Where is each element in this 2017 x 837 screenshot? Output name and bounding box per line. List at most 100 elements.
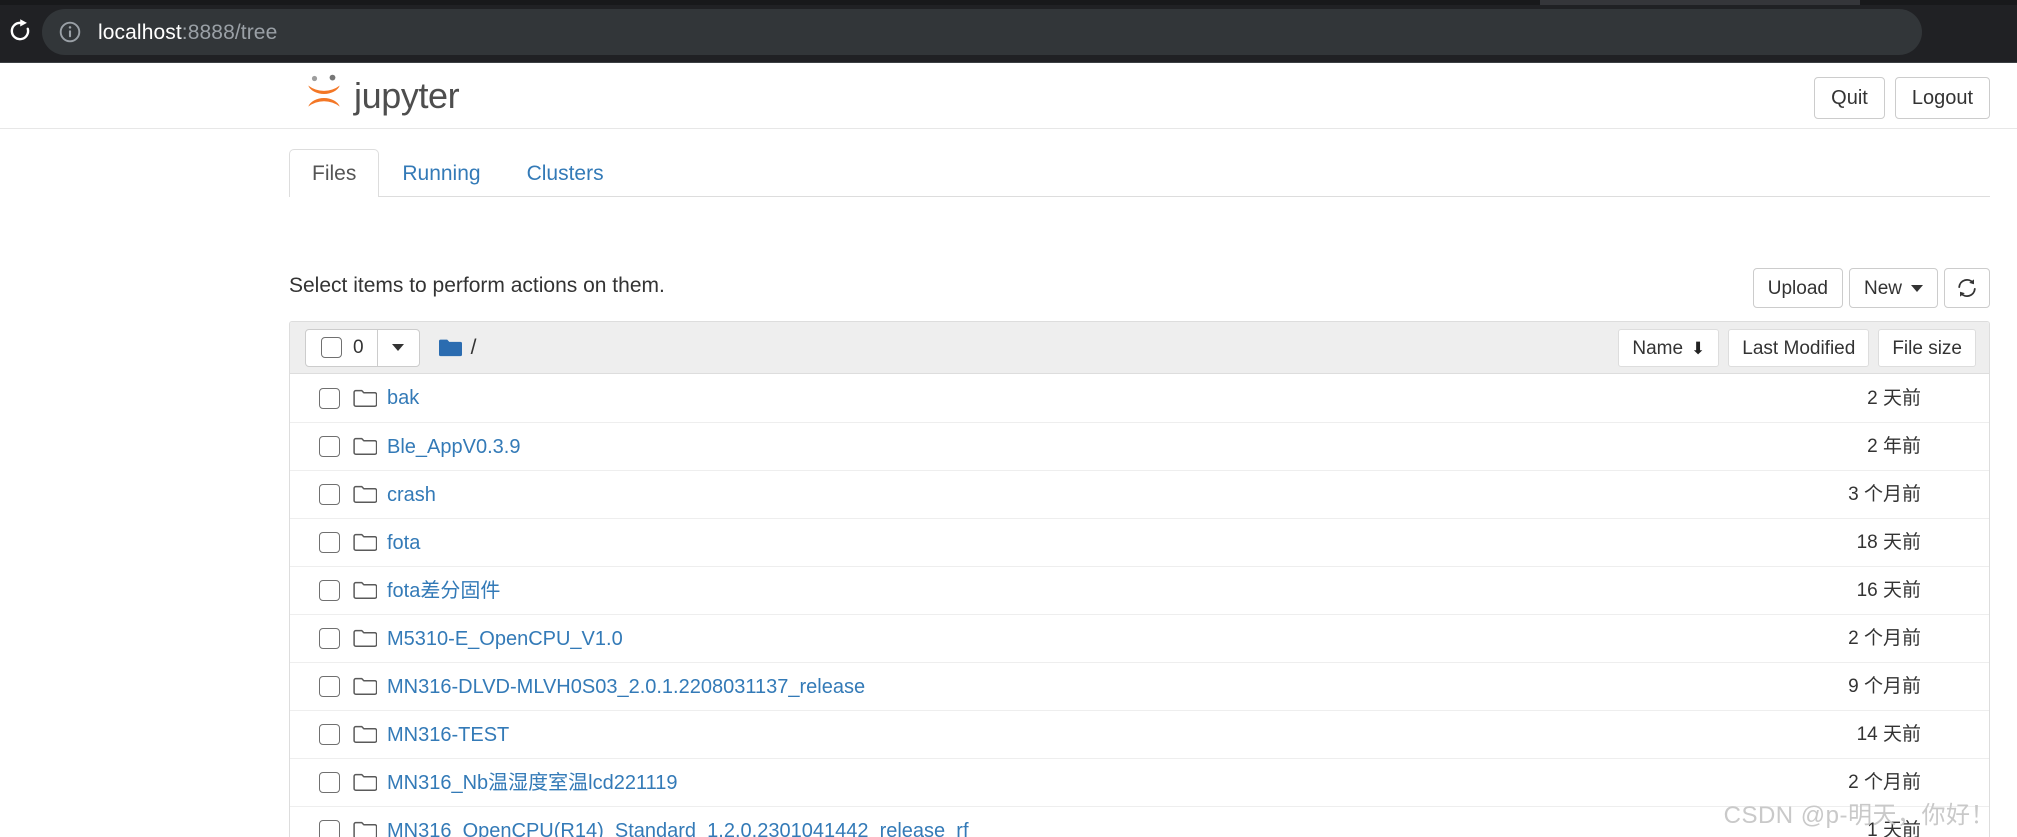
table-row[interactable]: MN316_Nb温湿度室温lcd221119 2 个月前: [290, 758, 1989, 806]
row-checkbox[interactable]: [318, 436, 340, 457]
refresh-button[interactable]: [1944, 268, 1990, 308]
table-row[interactable]: crash 3 个月前: [290, 470, 1989, 518]
table-row[interactable]: fota 18 天前: [290, 518, 1989, 566]
row-checkbox[interactable]: [318, 772, 340, 793]
file-modified: 1 天前: [1867, 820, 1921, 837]
file-modified: 2 天前: [1867, 387, 1921, 409]
file-rows: bak 2 天前 Ble_AppV0.3.9 2 年前 crash 3 个月前 fota 18…: [290, 374, 1989, 837]
row-checkbox-cell[interactable]: [305, 580, 353, 601]
reload-icon: [10, 19, 30, 41]
table-row[interactable]: MN316-TEST 14 天前: [290, 710, 1989, 758]
folder-icon: [353, 581, 377, 601]
row-checkbox-cell[interactable]: [305, 387, 353, 409]
file-modified: 2 年前: [1867, 436, 1921, 457]
folder-icon: [353, 629, 377, 649]
row-checkbox-cell[interactable]: [305, 772, 353, 793]
folder-icon: [353, 437, 377, 457]
file-list-header: 0 / Name ⬇ Last Modified File size: [290, 322, 1989, 374]
upload-button-label: Upload: [1767, 277, 1828, 299]
row-checkbox[interactable]: [318, 724, 340, 745]
folder-icon: [353, 773, 377, 793]
file-name-link[interactable]: MN316-TEST: [387, 725, 509, 745]
file-modified: 3 个月前: [1848, 484, 1921, 505]
row-checkbox[interactable]: [318, 820, 340, 837]
row-checkbox[interactable]: [318, 580, 340, 601]
file-name-link[interactable]: MN316-DLVD-MLVH0S03_2.0.1.2208031137_rel…: [387, 677, 865, 697]
file-name-link[interactable]: crash: [387, 485, 436, 505]
file-modified: 14 天前: [1856, 724, 1921, 745]
table-row[interactable]: M5310-E_OpenCPU_V1.0 2 个月前: [290, 614, 1989, 662]
file-name-link[interactable]: M5310-E_OpenCPU_V1.0: [387, 629, 623, 649]
table-row[interactable]: bak 2 天前: [290, 374, 1989, 422]
file-name-link[interactable]: fota: [387, 533, 420, 553]
select-all-group: 0: [305, 328, 420, 367]
sort-descending-arrow-icon: ⬇: [1691, 338, 1706, 358]
select-all-checkbox[interactable]: [321, 337, 342, 358]
select-all-cell[interactable]: 0: [306, 330, 377, 366]
breadcrumb-path: /: [470, 336, 477, 359]
folder-icon: [353, 533, 377, 553]
file-name-link[interactable]: MN316_Nb温湿度室温lcd221119: [387, 773, 678, 793]
file-name-link[interactable]: MN316_OpenCPU(R14)_Standard_1.2.0.230104…: [387, 821, 969, 837]
select-items-hint: Select items to perform actions on them.: [289, 274, 665, 297]
row-checkbox[interactable]: [318, 628, 340, 649]
folder-icon: [353, 725, 377, 745]
table-row[interactable]: MN316_OpenCPU(R14)_Standard_1.2.0.230104…: [290, 806, 1989, 837]
row-checkbox[interactable]: [318, 532, 340, 553]
jupyter-header: jupyter Quit Logout: [0, 63, 2017, 129]
row-checkbox-cell[interactable]: [305, 532, 353, 553]
file-modified: 2 个月前: [1848, 772, 1921, 793]
file-name-link[interactable]: bak: [387, 388, 419, 408]
jupyter-page: jupyter Quit Logout Files Running Cluste…: [0, 63, 2017, 837]
tab-files[interactable]: Files: [289, 149, 380, 197]
folder-icon: [353, 821, 377, 837]
file-list: 0 / Name ⬇ Last Modified File size bak 2…: [289, 321, 1990, 837]
row-checkbox-cell[interactable]: [305, 820, 353, 837]
sort-by-name-button[interactable]: Name ⬇: [1618, 329, 1720, 367]
select-all-dropdown[interactable]: [376, 329, 419, 366]
header-actions: Quit Logout: [1814, 77, 1990, 119]
row-checkbox-cell[interactable]: [305, 724, 353, 745]
sort-by-file-size-button[interactable]: File size: [1878, 329, 1976, 367]
file-name-link[interactable]: fota差分固件: [387, 581, 500, 601]
folder-icon: [353, 485, 377, 505]
row-checkbox-cell[interactable]: [305, 628, 353, 649]
table-row[interactable]: Ble_AppV0.3.9 2 年前: [290, 422, 1989, 470]
chevron-down-icon: [1911, 284, 1923, 292]
chevron-down-icon: [392, 344, 405, 351]
folder-icon: [353, 388, 377, 408]
table-row[interactable]: MN316-DLVD-MLVH0S03_2.0.1.2208031137_rel…: [290, 662, 1989, 710]
selected-count: 0: [353, 337, 364, 358]
logout-button[interactable]: Logout: [1894, 77, 1990, 119]
tab-bar: Files Running Clusters: [289, 148, 1990, 197]
breadcrumb[interactable]: /: [438, 336, 477, 359]
reload-button[interactable]: [3, 14, 37, 48]
address-bar[interactable]: localhost:8888/tree: [42, 9, 1922, 55]
row-checkbox-cell[interactable]: [305, 436, 353, 457]
sort-name-label: Name: [1632, 337, 1684, 359]
row-checkbox[interactable]: [318, 484, 340, 505]
quit-button[interactable]: Quit: [1814, 77, 1885, 119]
browser-active-tab[interactable]: [1540, 0, 1860, 5]
jupyter-logo[interactable]: jupyter: [303, 73, 460, 119]
browser-tabstrip: [0, 0, 2017, 5]
file-modified: 16 天前: [1856, 580, 1921, 601]
tab-running[interactable]: Running: [379, 149, 503, 197]
sort-by-last-modified-button[interactable]: Last Modified: [1728, 329, 1870, 367]
new-dropdown-button[interactable]: New: [1848, 268, 1938, 308]
row-checkbox-cell[interactable]: [305, 676, 353, 697]
tab-clusters[interactable]: Clusters: [504, 149, 627, 197]
file-modified: 9 个月前: [1848, 676, 1921, 697]
folder-icon: [353, 677, 377, 697]
table-row[interactable]: fota差分固件 16 天前: [290, 566, 1989, 614]
row-checkbox-cell[interactable]: [305, 484, 353, 505]
row-checkbox[interactable]: [318, 387, 340, 409]
sort-buttons: Name ⬇ Last Modified File size: [1618, 329, 1976, 367]
jupyter-logo-icon: [308, 74, 340, 107]
action-buttons: Upload New: [1752, 268, 1990, 308]
folder-filled-icon: [438, 339, 462, 356]
file-name-link[interactable]: Ble_AppV0.3.9: [387, 437, 520, 457]
upload-button[interactable]: Upload: [1752, 268, 1843, 308]
row-checkbox[interactable]: [318, 676, 340, 697]
info-circle-icon[interactable]: [56, 18, 84, 46]
